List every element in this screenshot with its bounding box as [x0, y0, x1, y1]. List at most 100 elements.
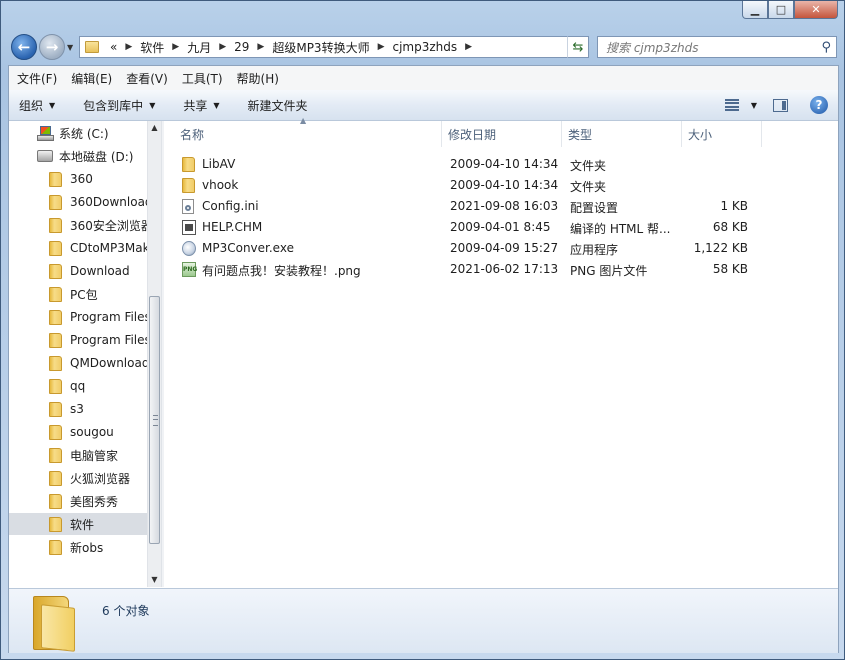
- nav-tree-item[interactable]: 360安全浏览器: [9, 214, 147, 236]
- folder-icon: [49, 309, 62, 325]
- nav-tree-item[interactable]: Program Files (x86): [9, 329, 147, 351]
- nav-tree-item[interactable]: s3: [9, 398, 147, 420]
- folder-icon: [49, 355, 62, 371]
- nav-tree-item[interactable]: 火狐浏览器: [9, 467, 147, 489]
- column-header-type[interactable]: 类型: [562, 121, 682, 147]
- explorer-window: ▁ □ ✕ ← → ▼ « ▶ 软件 ▶ 九月 ▶ 29 ▶ 超级MP3转换大师…: [0, 0, 845, 660]
- folder-file-icon: [182, 178, 195, 193]
- breadcrumb-item[interactable]: 软件: [135, 39, 169, 56]
- nav-tree-item[interactable]: QMDownload: [9, 352, 147, 374]
- preview-pane-icon[interactable]: [773, 98, 788, 112]
- client-area: 文件(F) 编辑(E) 查看(V) 工具(T) 帮助(H) 组织 ▼ 包含到库中 ▼…: [8, 65, 839, 653]
- chevron-down-icon: ▼: [49, 100, 56, 110]
- menu-file[interactable]: 文件(F): [9, 70, 63, 87]
- menu-edit[interactable]: 编辑(E): [63, 70, 118, 87]
- file-type: PNG 图片文件: [570, 264, 648, 278]
- ini-file-icon: [182, 199, 194, 214]
- nav-tree-item[interactable]: 美图秀秀: [9, 490, 147, 512]
- forward-button[interactable]: →: [39, 34, 65, 60]
- nav-tree-label: 美图秀秀: [70, 494, 119, 509]
- nav-tree-item[interactable]: 新obs: [9, 536, 147, 558]
- file-row[interactable]: HELP.CHM 2009-04-01 8:45 编译的 HTML 帮... 68 K…: [178, 217, 758, 238]
- exe-file-icon: [182, 241, 196, 256]
- nav-tree-item[interactable]: 360: [9, 168, 147, 190]
- chevron-down-icon: ▼: [750, 100, 757, 110]
- menu-bar: 文件(F) 编辑(E) 查看(V) 工具(T) 帮助(H): [9, 66, 838, 91]
- breadcrumb-overflow[interactable]: «: [105, 40, 122, 54]
- nav-tree-label: 系统 (C:): [59, 126, 109, 141]
- chevron-right-icon[interactable]: ▶: [375, 42, 388, 52]
- nav-tree-item[interactable]: 电脑管家: [9, 444, 147, 466]
- nav-tree-item[interactable]: Download: [9, 260, 147, 282]
- column-date-label: 修改日期: [448, 127, 497, 142]
- nav-tree-item[interactable]: PC包: [9, 283, 147, 305]
- minimize-button[interactable]: ▁: [742, 1, 768, 19]
- nav-tree-item[interactable]: 系统 (C:): [9, 122, 147, 144]
- breadcrumb-item[interactable]: cjmp3zhds: [388, 40, 463, 54]
- new-folder-button[interactable]: 新建文件夹: [230, 97, 318, 114]
- maximize-button[interactable]: □: [768, 1, 794, 19]
- chevron-right-icon[interactable]: ▶: [169, 42, 182, 52]
- scroll-thumb[interactable]: [149, 296, 160, 544]
- menu-help[interactable]: 帮助(H): [229, 70, 285, 87]
- folder-icon: [49, 263, 62, 279]
- address-bar[interactable]: « ▶ 软件 ▶ 九月 ▶ 29 ▶ 超级MP3转换大师 ▶ cjmp3zhds…: [79, 36, 589, 58]
- menu-tools[interactable]: 工具(T): [174, 70, 229, 87]
- file-row[interactable]: LibAV 2009-04-10 14:34 文件夹: [178, 154, 758, 175]
- chevron-down-icon: ▼: [213, 100, 220, 110]
- scroll-down-icon[interactable]: ▼: [148, 573, 161, 587]
- chevron-right-icon[interactable]: ▶: [462, 42, 475, 52]
- breadcrumb-item[interactable]: 九月: [182, 39, 216, 56]
- nav-tree-item[interactable]: qq: [9, 375, 147, 397]
- menu-view[interactable]: 查看(V): [118, 70, 174, 87]
- nav-tree-item[interactable]: 软件: [9, 513, 147, 535]
- file-row[interactable]: MP3Conver.exe 2009-04-09 15:27 应用程序 1,122 K…: [178, 238, 758, 259]
- help-icon[interactable]: ?: [810, 96, 828, 114]
- file-size: 1,122 KB: [693, 241, 748, 255]
- nav-tree-item[interactable]: 360Downloads: [9, 191, 147, 213]
- nav-scrollbar[interactable]: ▲ ▼: [147, 121, 161, 587]
- file-row[interactable]: vhook 2009-04-10 14:34 文件夹: [178, 175, 758, 196]
- share-button[interactable]: 共享 ▼: [165, 97, 229, 114]
- breadcrumb-item[interactable]: 29: [229, 40, 254, 54]
- folder-icon: [49, 401, 62, 417]
- nav-tree-label: s3: [70, 402, 84, 416]
- png-file-icon: PNG: [182, 262, 197, 277]
- nav-tree-label: sougou: [70, 425, 114, 439]
- include-library-label: 包含到库中: [83, 98, 144, 113]
- back-button[interactable]: ←: [11, 34, 37, 60]
- file-row[interactable]: Config.ini 2021-09-08 16:03 配置设置 1 KB: [178, 196, 758, 217]
- nav-tree-item[interactable]: sougou: [9, 421, 147, 443]
- organize-button[interactable]: 组织 ▼: [9, 97, 65, 114]
- column-header-date[interactable]: 修改日期: [442, 121, 562, 147]
- file-type: 编译的 HTML 帮...: [570, 222, 671, 236]
- column-type-label: 类型: [568, 127, 593, 142]
- file-date: 2021-06-02 17:13: [450, 262, 559, 276]
- chevron-right-icon[interactable]: ▶: [254, 42, 267, 52]
- breadcrumb-item[interactable]: 超级MP3转换大师: [267, 39, 374, 56]
- file-date: 2009-04-09 15:27: [450, 241, 559, 255]
- nav-tree-item[interactable]: Program Files: [9, 306, 147, 328]
- nav-tree-label: QMDownload: [70, 356, 147, 370]
- search-input[interactable]: 搜索 cjmp3zhds ⚲: [597, 36, 837, 58]
- folder-icon: [49, 286, 62, 302]
- recent-pages-dropdown[interactable]: ▼: [67, 43, 73, 52]
- column-header-name[interactable]: 名称 ▲: [164, 116, 442, 147]
- column-header-size[interactable]: 大小: [682, 121, 762, 147]
- close-icon: ✕: [811, 3, 821, 16]
- folder-file-icon: [182, 157, 195, 172]
- nav-tree-label: 电脑管家: [70, 448, 119, 463]
- organize-label: 组织: [19, 98, 44, 113]
- file-name: LibAV: [202, 157, 236, 171]
- chevron-right-icon[interactable]: ▶: [216, 42, 229, 52]
- chevron-right-icon[interactable]: ▶: [122, 42, 135, 52]
- search-icon[interactable]: ⚲: [821, 40, 831, 55]
- nav-tree-item[interactable]: 本地磁盘 (D:): [9, 145, 147, 167]
- include-library-button[interactable]: 包含到库中 ▼: [65, 97, 165, 114]
- file-row[interactable]: PNG 有问题点我！安装教程！.png 2021-06-02 17:13 PNG 图片…: [178, 259, 758, 280]
- change-view-button[interactable]: ▼: [724, 99, 757, 111]
- refresh-button[interactable]: ⇆: [567, 36, 589, 58]
- nav-tree-item[interactable]: CDtoMP3Maker: [9, 237, 147, 259]
- close-button[interactable]: ✕: [794, 1, 838, 19]
- scroll-up-icon[interactable]: ▲: [148, 121, 161, 135]
